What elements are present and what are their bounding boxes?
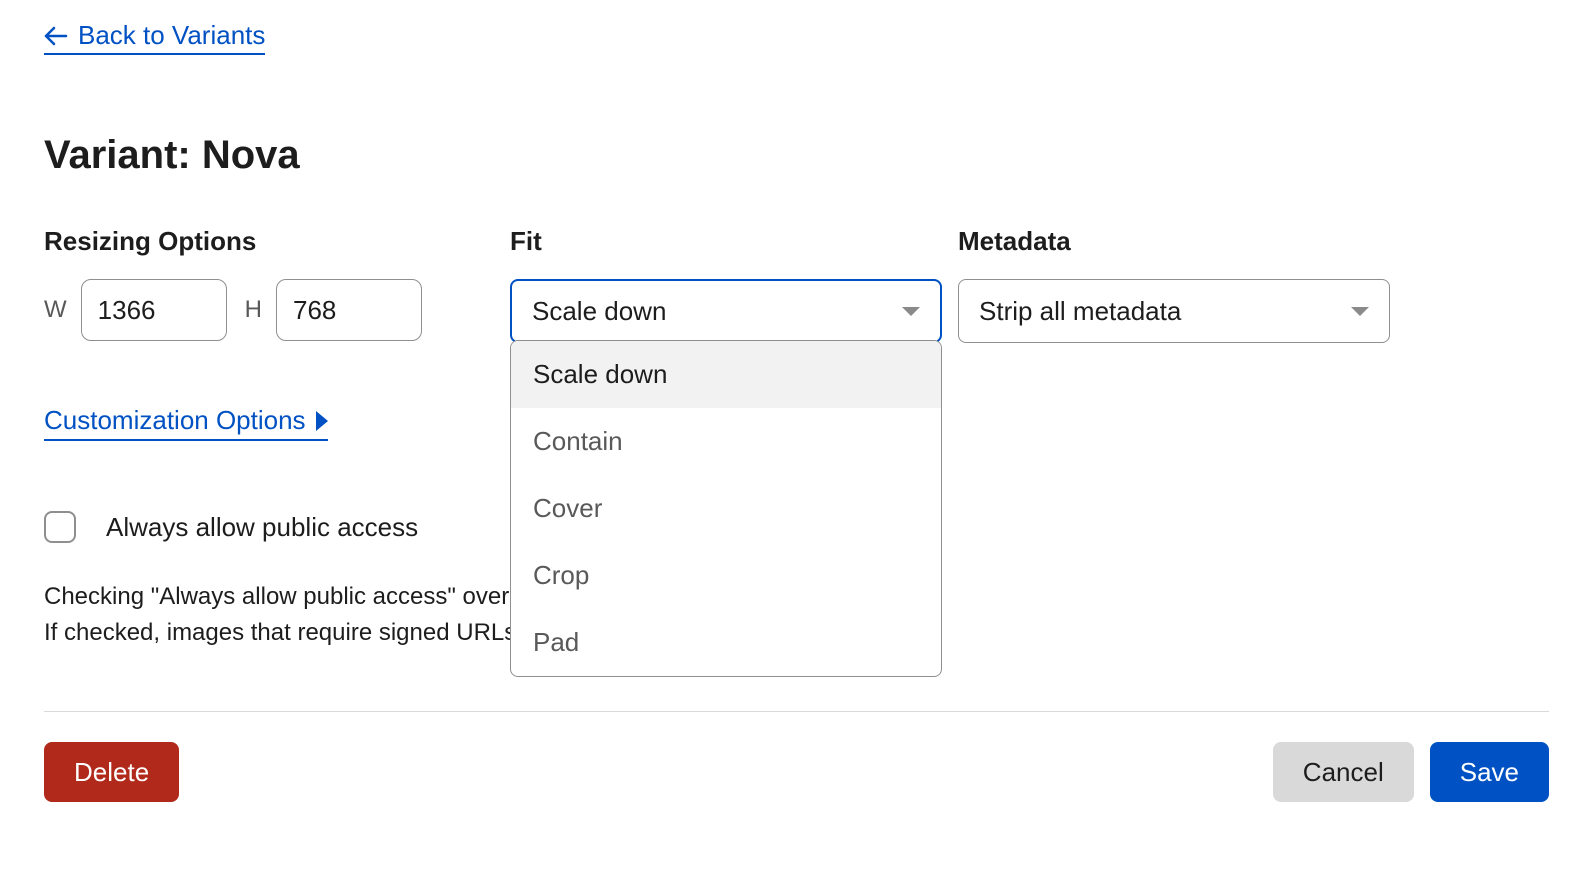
metadata-select[interactable]: Strip all metadata <box>958 279 1390 343</box>
fit-option-contain[interactable]: Contain <box>511 408 941 475</box>
fit-option-pad[interactable]: Pad <box>511 609 941 676</box>
fit-select[interactable]: Scale down <box>510 279 942 343</box>
fit-option-cover[interactable]: Cover <box>511 475 941 542</box>
cancel-button[interactable]: Cancel <box>1273 742 1414 802</box>
back-link-label: Back to Variants <box>78 20 265 51</box>
arrow-left-icon <box>44 24 68 48</box>
footer-row: Delete Cancel Save <box>44 742 1549 802</box>
fit-option-crop[interactable]: Crop <box>511 542 941 609</box>
delete-button[interactable]: Delete <box>44 742 179 802</box>
footer-right-group: Cancel Save <box>1273 742 1549 802</box>
chevron-down-icon <box>902 307 920 316</box>
save-button[interactable]: Save <box>1430 742 1549 802</box>
customization-options-link[interactable]: Customization Options <box>44 405 328 441</box>
public-access-label: Always allow public access <box>106 512 418 543</box>
back-to-variants-link[interactable]: Back to Variants <box>44 20 265 55</box>
fit-label: Fit <box>510 226 942 257</box>
chevron-down-icon <box>1351 307 1369 316</box>
footer-divider <box>44 711 1549 712</box>
width-letter: W <box>44 296 67 324</box>
page-title: Variant: Nova <box>44 133 1549 178</box>
resizing-section: Resizing Options W H <box>44 226 494 341</box>
width-pair: W <box>44 279 227 341</box>
public-access-checkbox[interactable] <box>44 511 76 543</box>
width-input[interactable] <box>81 279 227 341</box>
fit-dropdown-panel: Scale down Contain Cover Crop Pad <box>510 340 942 677</box>
metadata-selected-value: Strip all metadata <box>979 296 1181 327</box>
form-row: Resizing Options W H Fit Scale down Scal… <box>44 226 1549 343</box>
resizing-label: Resizing Options <box>44 226 494 257</box>
height-pair: H <box>245 279 422 341</box>
chevron-right-icon <box>316 411 328 431</box>
height-input[interactable] <box>276 279 422 341</box>
height-letter: H <box>245 296 262 324</box>
fit-section: Fit Scale down Scale down Contain Cover … <box>510 226 942 343</box>
metadata-label: Metadata <box>958 226 1390 257</box>
fit-selected-value: Scale down <box>532 296 666 327</box>
metadata-section: Metadata Strip all metadata <box>958 226 1390 343</box>
dimension-group: W H <box>44 279 494 341</box>
fit-option-scale-down[interactable]: Scale down <box>511 341 941 408</box>
customization-options-label: Customization Options <box>44 405 306 436</box>
